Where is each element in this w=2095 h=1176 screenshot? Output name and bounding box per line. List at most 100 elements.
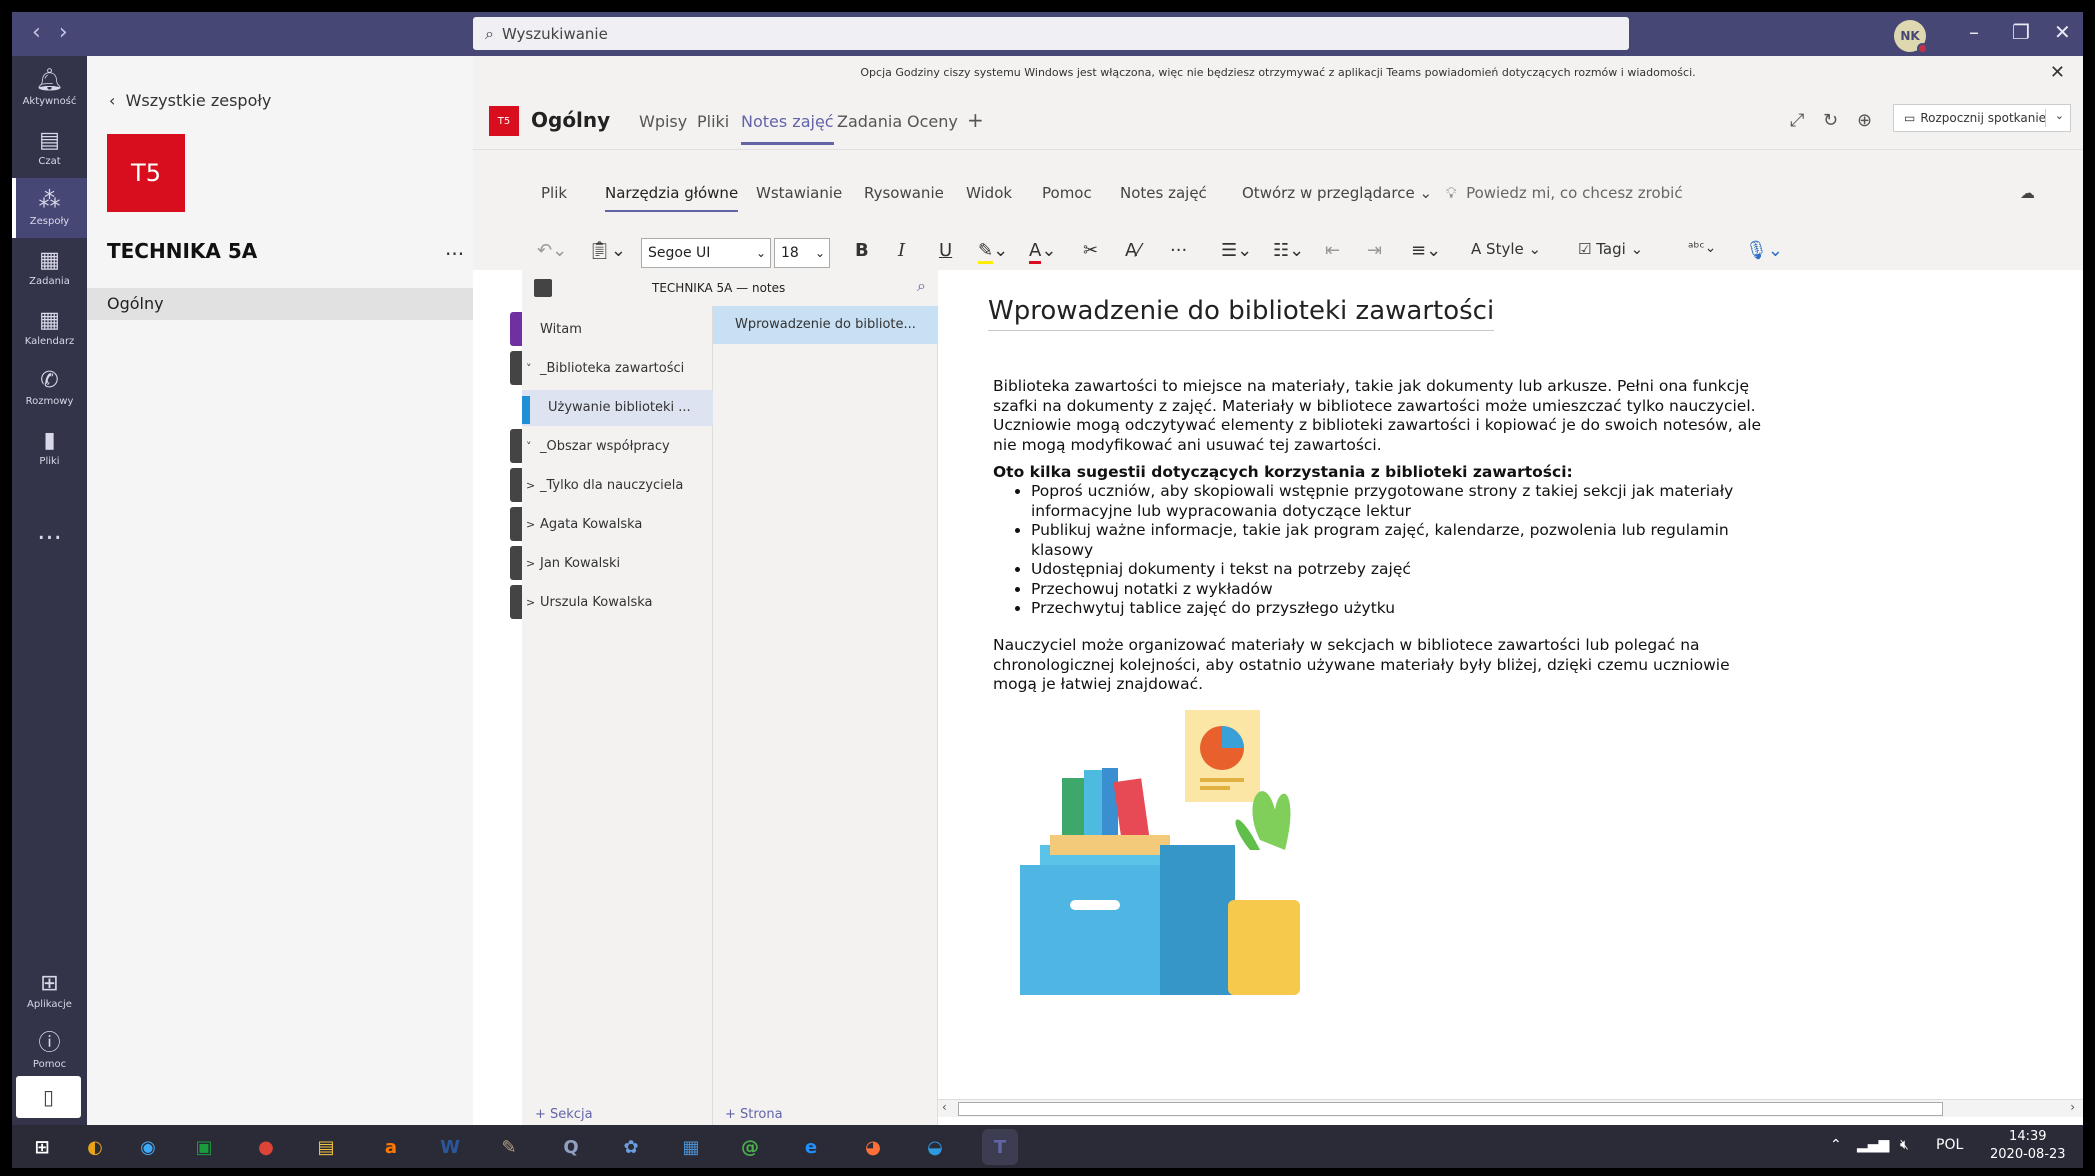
page-canvas[interactable]: Wprowadzenie do biblioteki zawartości Bi…	[938, 270, 2083, 1125]
close-icon[interactable]: ✕	[2054, 20, 2071, 44]
teams-icon[interactable]: T	[982, 1129, 1018, 1165]
chevron-down-icon[interactable]: ⌄	[2055, 109, 2064, 122]
back-to-teams-link[interactable]: ‹ Wszystkie zespoły	[109, 91, 271, 110]
mobile-icon[interactable]: ▯	[16, 1076, 81, 1118]
format-painter-icon[interactable]: ✂	[1083, 240, 1098, 261]
avast-icon[interactable]: a	[373, 1129, 409, 1165]
rail-item-calendar[interactable]: ▦ Kalendarz	[12, 298, 87, 358]
scroll-left-icon[interactable]: ‹	[942, 1100, 947, 1114]
page-item[interactable]: Wprowadzenie do bibliote...	[713, 306, 938, 344]
tab-files[interactable]: Pliki	[697, 112, 729, 131]
list-item[interactable]: Przechowuj notatki z wykładów	[1031, 580, 1763, 600]
paint-icon[interactable]: ✿	[613, 1129, 649, 1165]
chevron-right-icon[interactable]: ›	[59, 20, 86, 45]
tab-posts[interactable]: Wpisy	[639, 112, 687, 131]
search-icon[interactable]: ⌕	[917, 276, 926, 296]
cloud-sync-icon[interactable]: ☁	[2020, 184, 2035, 202]
volume-muted-icon[interactable]: 🔇︎	[1900, 1137, 1909, 1153]
store-icon[interactable]: ▣	[186, 1129, 222, 1165]
globe-icon[interactable]: ⊕	[1857, 110, 1872, 131]
section-group[interactable]: ˅ _Obszar współpracy	[522, 429, 713, 465]
ie-icon[interactable]: e	[793, 1129, 829, 1165]
rail-item-files[interactable]: ▮ Pliki	[12, 418, 87, 478]
section-group[interactable]: > _Tylko dla nauczyciela	[522, 468, 713, 504]
show-hidden-icons-icon[interactable]: ⌃	[1830, 1137, 1842, 1153]
ribbon-tab-help[interactable]: Pomoc	[1042, 184, 1092, 202]
font-color-icon[interactable]: A⌄	[1029, 240, 1056, 264]
numbering-icon[interactable]: ☷⌄	[1273, 240, 1304, 261]
file-explorer-icon[interactable]: ▤	[308, 1129, 344, 1165]
chevron-left-icon[interactable]: ‹	[32, 20, 59, 45]
list-item[interactable]: Publikuj ważne informacje, takie jak pro…	[1031, 521, 1763, 560]
list-item[interactable]: Poproś uczniów, aby skopiowali wstępnie …	[1031, 482, 1763, 521]
app-q-icon[interactable]: Q	[553, 1129, 589, 1165]
open-in-browser-button[interactable]: Otwórz w przeglądarce ⌄	[1242, 184, 1432, 202]
clipboard-icon[interactable]: 📋︎⌄	[588, 240, 626, 261]
rail-item-activity[interactable]: 🔔︎ Aktywność	[12, 58, 87, 118]
search-input[interactable]: ⌕ Wyszukiwanie	[473, 17, 1629, 50]
restore-icon[interactable]: ❐	[2012, 20, 2030, 44]
increase-indent-icon[interactable]: ⇥	[1367, 240, 1382, 261]
list-item[interactable]: Przechwytuj tablice zajęć do przyszłego …	[1031, 599, 1763, 619]
tags-button[interactable]: ☑ Tagi ⌄	[1578, 240, 1643, 258]
windows-start-icon[interactable]: ⊞	[24, 1129, 60, 1165]
underline-icon[interactable]: U	[939, 240, 952, 261]
expand-icon[interactable]: ⤢	[1790, 110, 1804, 131]
font-family-select[interactable]: Segoe UI ⌄	[641, 238, 771, 268]
language-indicator[interactable]: POL	[1936, 1137, 1963, 1153]
firefox-icon[interactable]: ◕	[855, 1129, 891, 1165]
intro-paragraph[interactable]: Biblioteka zawartości to miejsce na mate…	[993, 377, 1763, 455]
scrollbar-thumb[interactable]	[958, 1102, 1943, 1116]
tab-assignments[interactable]: Zadania	[837, 112, 902, 131]
spelling-icon[interactable]: ᵃᵇᶜ⌄	[1688, 240, 1716, 256]
network-icon[interactable]: ▂▄▆	[1857, 1137, 1889, 1153]
section-group[interactable]: > Urszula Kowalska	[522, 585, 713, 621]
mail-icon[interactable]: @	[732, 1129, 768, 1165]
scroll-right-icon[interactable]: ›	[2070, 1100, 2075, 1114]
ribbon-tab-class-notebook[interactable]: Notes zajęć	[1120, 184, 1207, 202]
control-panel-icon[interactable]: ▦	[673, 1129, 709, 1165]
rail-item-assignments[interactable]: ▦ Zadania	[12, 238, 87, 298]
minimize-icon[interactable]: –	[1969, 20, 1979, 44]
clock[interactable]: 14:39 2020-08-23	[1990, 1128, 2066, 1164]
ribbon-tab-home[interactable]: Narzędzia główne	[605, 184, 739, 212]
more-tools-icon[interactable]: ···	[1170, 240, 1187, 261]
ribbon-tab-draw[interactable]: Rysowanie	[864, 184, 944, 202]
list-item[interactable]: Udostępniaj dokumenty i tekst na potrzeb…	[1031, 560, 1763, 580]
ribbon-tab-view[interactable]: Widok	[966, 184, 1012, 202]
tell-me-input[interactable]: 💡︎ Powiedz mi, co chcesz zrobić	[1446, 184, 1683, 202]
ribbon-tab-file[interactable]: Plik	[541, 184, 567, 202]
rail-item-calls[interactable]: ✆ Rozmowy	[12, 358, 87, 418]
section-item-active[interactable]: Używanie biblioteki ...	[522, 390, 713, 426]
section-item[interactable]: Witam	[522, 312, 713, 348]
align-icon[interactable]: ≡⌄	[1411, 240, 1441, 261]
font-size-select[interactable]: 18 ⌄	[774, 238, 830, 268]
chrome-icon[interactable]: ●	[248, 1129, 284, 1165]
channel-item-general[interactable]: Ogólny	[87, 288, 473, 320]
notebook-icon[interactable]	[534, 279, 552, 297]
tab-grades[interactable]: Oceny	[907, 112, 958, 131]
edge-icon[interactable]: ◒	[917, 1129, 953, 1165]
rail-item-chat[interactable]: ▤ Czat	[12, 118, 87, 178]
rail-item-help[interactable]: ⓘ Pomoc	[12, 1021, 87, 1081]
decrease-indent-icon[interactable]: ⇤	[1325, 240, 1340, 261]
team-more-button[interactable]: ...	[445, 236, 464, 260]
italic-icon[interactable]: I	[898, 240, 905, 261]
nav-arrows[interactable]: ‹›	[32, 20, 86, 45]
clear-format-icon[interactable]: A⁄	[1125, 240, 1140, 261]
page-title[interactable]: Wprowadzenie do biblioteki zawartości	[988, 296, 1495, 331]
add-tab-icon[interactable]: +	[967, 108, 984, 132]
tips-heading[interactable]: Oto kilka sugestii dotyczących korzystan…	[993, 463, 1763, 483]
start-meeting-button[interactable]: ▭ Rozpocznij spotkanie ⌄	[1893, 104, 2071, 132]
highlight-icon[interactable]: ✎⌄	[978, 240, 1008, 264]
rail-item-apps[interactable]: ⊞ Aplikacje	[12, 961, 87, 1021]
dictate-icon[interactable]: 🎙︎⌄	[1745, 240, 1783, 261]
bullets-icon[interactable]: ☰⌄	[1221, 240, 1252, 261]
section-group[interactable]: > Agata Kowalska	[522, 507, 713, 543]
ribbon-tab-insert[interactable]: Wstawianie	[756, 184, 842, 202]
media-icon[interactable]: ◉	[130, 1129, 166, 1165]
section-group[interactable]: ˅ _Biblioteka zawartości	[522, 351, 713, 387]
word-icon[interactable]: W	[432, 1129, 468, 1165]
paint-tool-icon[interactable]: ✎	[491, 1129, 527, 1165]
section-group[interactable]: > Jan Kowalski	[522, 546, 713, 582]
